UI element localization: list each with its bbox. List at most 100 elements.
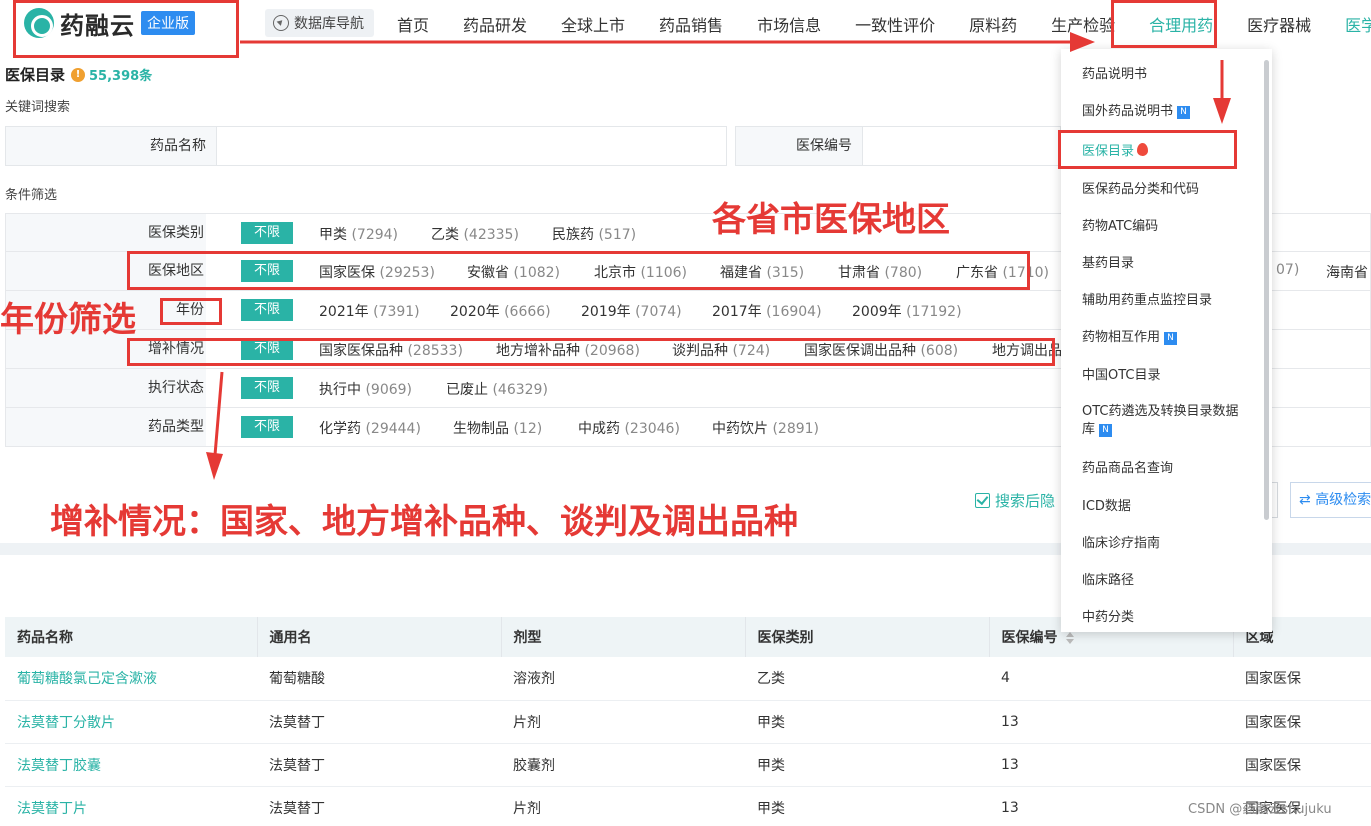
arrow-head bbox=[206, 452, 223, 480]
no-limit-button[interactable]: 不限 bbox=[241, 299, 293, 321]
nav-item-home[interactable]: 首页 bbox=[397, 12, 429, 36]
filter-option[interactable]: 北京市 (1106) bbox=[594, 262, 687, 282]
new-badge-icon: N bbox=[1099, 424, 1113, 437]
no-limit-button[interactable]: 不限 bbox=[241, 260, 293, 282]
filter-option[interactable]: 2021年 (7391) bbox=[319, 301, 420, 321]
filter-option[interactable]: 地方增补品种 (20968) bbox=[496, 340, 640, 360]
nav-item-consistency-eval[interactable]: 一致性评价 bbox=[855, 12, 935, 36]
filter-option[interactable]: 地方调出品 bbox=[992, 340, 1062, 360]
brand-logo[interactable]: 药融云 企业版 bbox=[24, 6, 195, 40]
table-cell: 葡萄糖酸 bbox=[257, 657, 501, 701]
filter-option[interactable]: 谈判品种 (724) bbox=[672, 340, 770, 360]
menu-item[interactable]: 基药目录 bbox=[1082, 255, 1134, 273]
menu-item[interactable]: 中药分类 bbox=[1082, 609, 1134, 627]
filter-option[interactable]: 执行中 (9069) bbox=[319, 379, 412, 399]
filter-option[interactable]: 07) bbox=[1276, 262, 1299, 278]
menu-item[interactable]: 医保药品分类和代码 bbox=[1082, 181, 1199, 199]
filter-option[interactable]: 海南省 bbox=[1326, 262, 1368, 282]
sort-icon[interactable] bbox=[1065, 632, 1074, 644]
keyword-search-label: 关键词搜索 bbox=[5, 100, 71, 115]
menu-item[interactable]: ICD数据 bbox=[1082, 498, 1131, 516]
filter-option[interactable]: 福建省 (315) bbox=[720, 262, 804, 282]
menu-item[interactable]: OTC药遴选及转换目录数据 库N bbox=[1082, 403, 1239, 439]
nav-item-medical-devices[interactable]: 医疗器械 bbox=[1247, 12, 1311, 36]
drug-name-label: 药品名称 bbox=[6, 127, 216, 165]
nav-item-drug-sales[interactable]: 药品销售 bbox=[659, 12, 723, 36]
filter-option[interactable]: 安徽省 (1082) bbox=[467, 262, 560, 282]
table-cell: 乙类 bbox=[745, 657, 989, 701]
column-header[interactable]: 通用名 bbox=[257, 617, 502, 657]
menu-item[interactable]: 临床诊疗指南 bbox=[1082, 535, 1160, 553]
table-cell: 胶囊剂 bbox=[501, 743, 745, 787]
table-cell: 13 bbox=[989, 700, 1233, 744]
database-nav-button[interactable]: 数据库导航 bbox=[265, 9, 374, 37]
insurance-code-input[interactable] bbox=[862, 127, 1060, 165]
nav-item-global-launch[interactable]: 全球上市 bbox=[561, 12, 625, 36]
column-header[interactable]: 剂型 bbox=[501, 617, 746, 657]
drug-name-link[interactable]: 法莫替丁胶囊 bbox=[5, 743, 257, 787]
drug-name-link[interactable]: 葡萄糖酸氯己定含漱液 bbox=[5, 657, 257, 701]
nav-item-api[interactable]: 原料药 bbox=[969, 12, 1017, 36]
filter-option[interactable]: 国家医保调出品种 (608) bbox=[804, 340, 958, 360]
filter-option[interactable]: 已废止 (46329) bbox=[446, 379, 548, 399]
no-limit-button[interactable]: 不限 bbox=[241, 221, 293, 244]
drug-name-link[interactable]: 法莫替丁分散片 bbox=[5, 700, 257, 744]
filter-label: 药品类型 bbox=[6, 408, 206, 446]
filter-option[interactable]: 乙类 (42335) bbox=[431, 224, 519, 244]
hide-after-search-checkbox[interactable]: 搜索后隐 bbox=[975, 490, 1055, 511]
page-title: 医保目录 ! 55,398条 bbox=[5, 64, 152, 85]
filter-option[interactable]: 2020年 (6666) bbox=[450, 301, 551, 321]
insurance-code-field: 医保编号 bbox=[735, 126, 1061, 166]
filter-option[interactable]: 2017年 (16904) bbox=[712, 301, 822, 321]
filter-option[interactable]: 生物制品 (12) bbox=[453, 418, 542, 438]
menu-item-insurance-catalog[interactable]: 医保目录 bbox=[1082, 143, 1149, 161]
main-nav: 首页 药品研发 全球上市 药品销售 市场信息 一致性评价 原料药 生产检验 合理… bbox=[397, 0, 1371, 48]
filter-option[interactable]: 甲类 (7294) bbox=[319, 224, 398, 244]
filter-option[interactable]: 中成药 (23046) bbox=[578, 418, 680, 438]
info-icon[interactable]: ! bbox=[71, 67, 86, 82]
advanced-search-button[interactable]: ⇄ 高级检索 bbox=[1290, 482, 1371, 518]
filter-option[interactable]: 2009年 (17192) bbox=[852, 301, 962, 321]
no-limit-button[interactable]: 不限 bbox=[241, 377, 293, 399]
menu-item[interactable]: 国外药品说明书 N bbox=[1082, 103, 1191, 121]
menu-item[interactable]: 辅助用药重点监控目录 bbox=[1082, 292, 1212, 310]
table-cell: 甲类 bbox=[745, 700, 989, 744]
menu-item[interactable]: 中国OTC目录 bbox=[1082, 367, 1161, 385]
insurance-code-label: 医保编号 bbox=[736, 127, 862, 165]
table-row: 葡萄糖酸氯己定含漱液 葡萄糖酸 溶液剂 乙类 4 国家医保 bbox=[5, 657, 1371, 701]
filter-option[interactable]: 民族药 (517) bbox=[552, 224, 636, 244]
dropdown-scrollbar[interactable] bbox=[1264, 60, 1269, 520]
database-nav-label: 数据库导航 bbox=[294, 16, 364, 32]
menu-item[interactable]: 药品商品名查询 bbox=[1082, 460, 1173, 478]
table-cell: 片剂 bbox=[501, 786, 745, 826]
filter-option[interactable]: 化学药 (29444) bbox=[319, 418, 421, 438]
menu-item[interactable]: 药品说明书 bbox=[1082, 66, 1147, 84]
page-title-text: 医保目录 bbox=[5, 66, 66, 84]
no-limit-button[interactable]: 不限 bbox=[241, 338, 293, 360]
column-header[interactable]: 医保类别 bbox=[745, 617, 990, 657]
menu-item[interactable]: 临床路径 bbox=[1082, 572, 1134, 590]
drug-name-input[interactable] bbox=[216, 127, 726, 165]
edition-badge: 企业版 bbox=[141, 11, 195, 35]
column-header[interactable]: 药品名称 bbox=[5, 617, 258, 657]
hide-after-search-label: 搜索后隐 bbox=[995, 492, 1056, 510]
no-limit-button[interactable]: 不限 bbox=[241, 416, 293, 438]
filter-option[interactable]: 中药饮片 (2891) bbox=[712, 418, 819, 438]
table-cell: 法莫替丁 bbox=[257, 700, 501, 744]
nav-item-drug-rd[interactable]: 药品研发 bbox=[463, 12, 527, 36]
drug-name-link[interactable]: 法莫替丁片 bbox=[5, 786, 257, 826]
nav-item-rational-drug-use[interactable]: 合理用药 bbox=[1149, 12, 1213, 36]
fire-icon bbox=[1137, 143, 1149, 156]
filter-option[interactable]: 2019年 (7074) bbox=[581, 301, 682, 321]
nav-item-production-test[interactable]: 生产检验 bbox=[1051, 12, 1115, 36]
filter-label: 医保地区 bbox=[6, 252, 206, 290]
filter-option[interactable]: 广东省 (1710) bbox=[956, 262, 1049, 282]
brand-name: 药融云 bbox=[60, 11, 135, 40]
filter-option[interactable]: 甘肃省 (780) bbox=[838, 262, 922, 282]
menu-item[interactable]: 药物ATC编码 bbox=[1082, 218, 1158, 236]
filter-option[interactable]: 国家医保品种 (28533) bbox=[319, 340, 463, 360]
nav-item-market-info[interactable]: 市场信息 bbox=[757, 12, 821, 36]
menu-item[interactable]: 药物相互作用 N bbox=[1082, 329, 1178, 347]
filter-option[interactable]: 国家医保 (29253) bbox=[319, 262, 435, 282]
nav-item-medical-literature[interactable]: 医学文 bbox=[1345, 12, 1371, 36]
